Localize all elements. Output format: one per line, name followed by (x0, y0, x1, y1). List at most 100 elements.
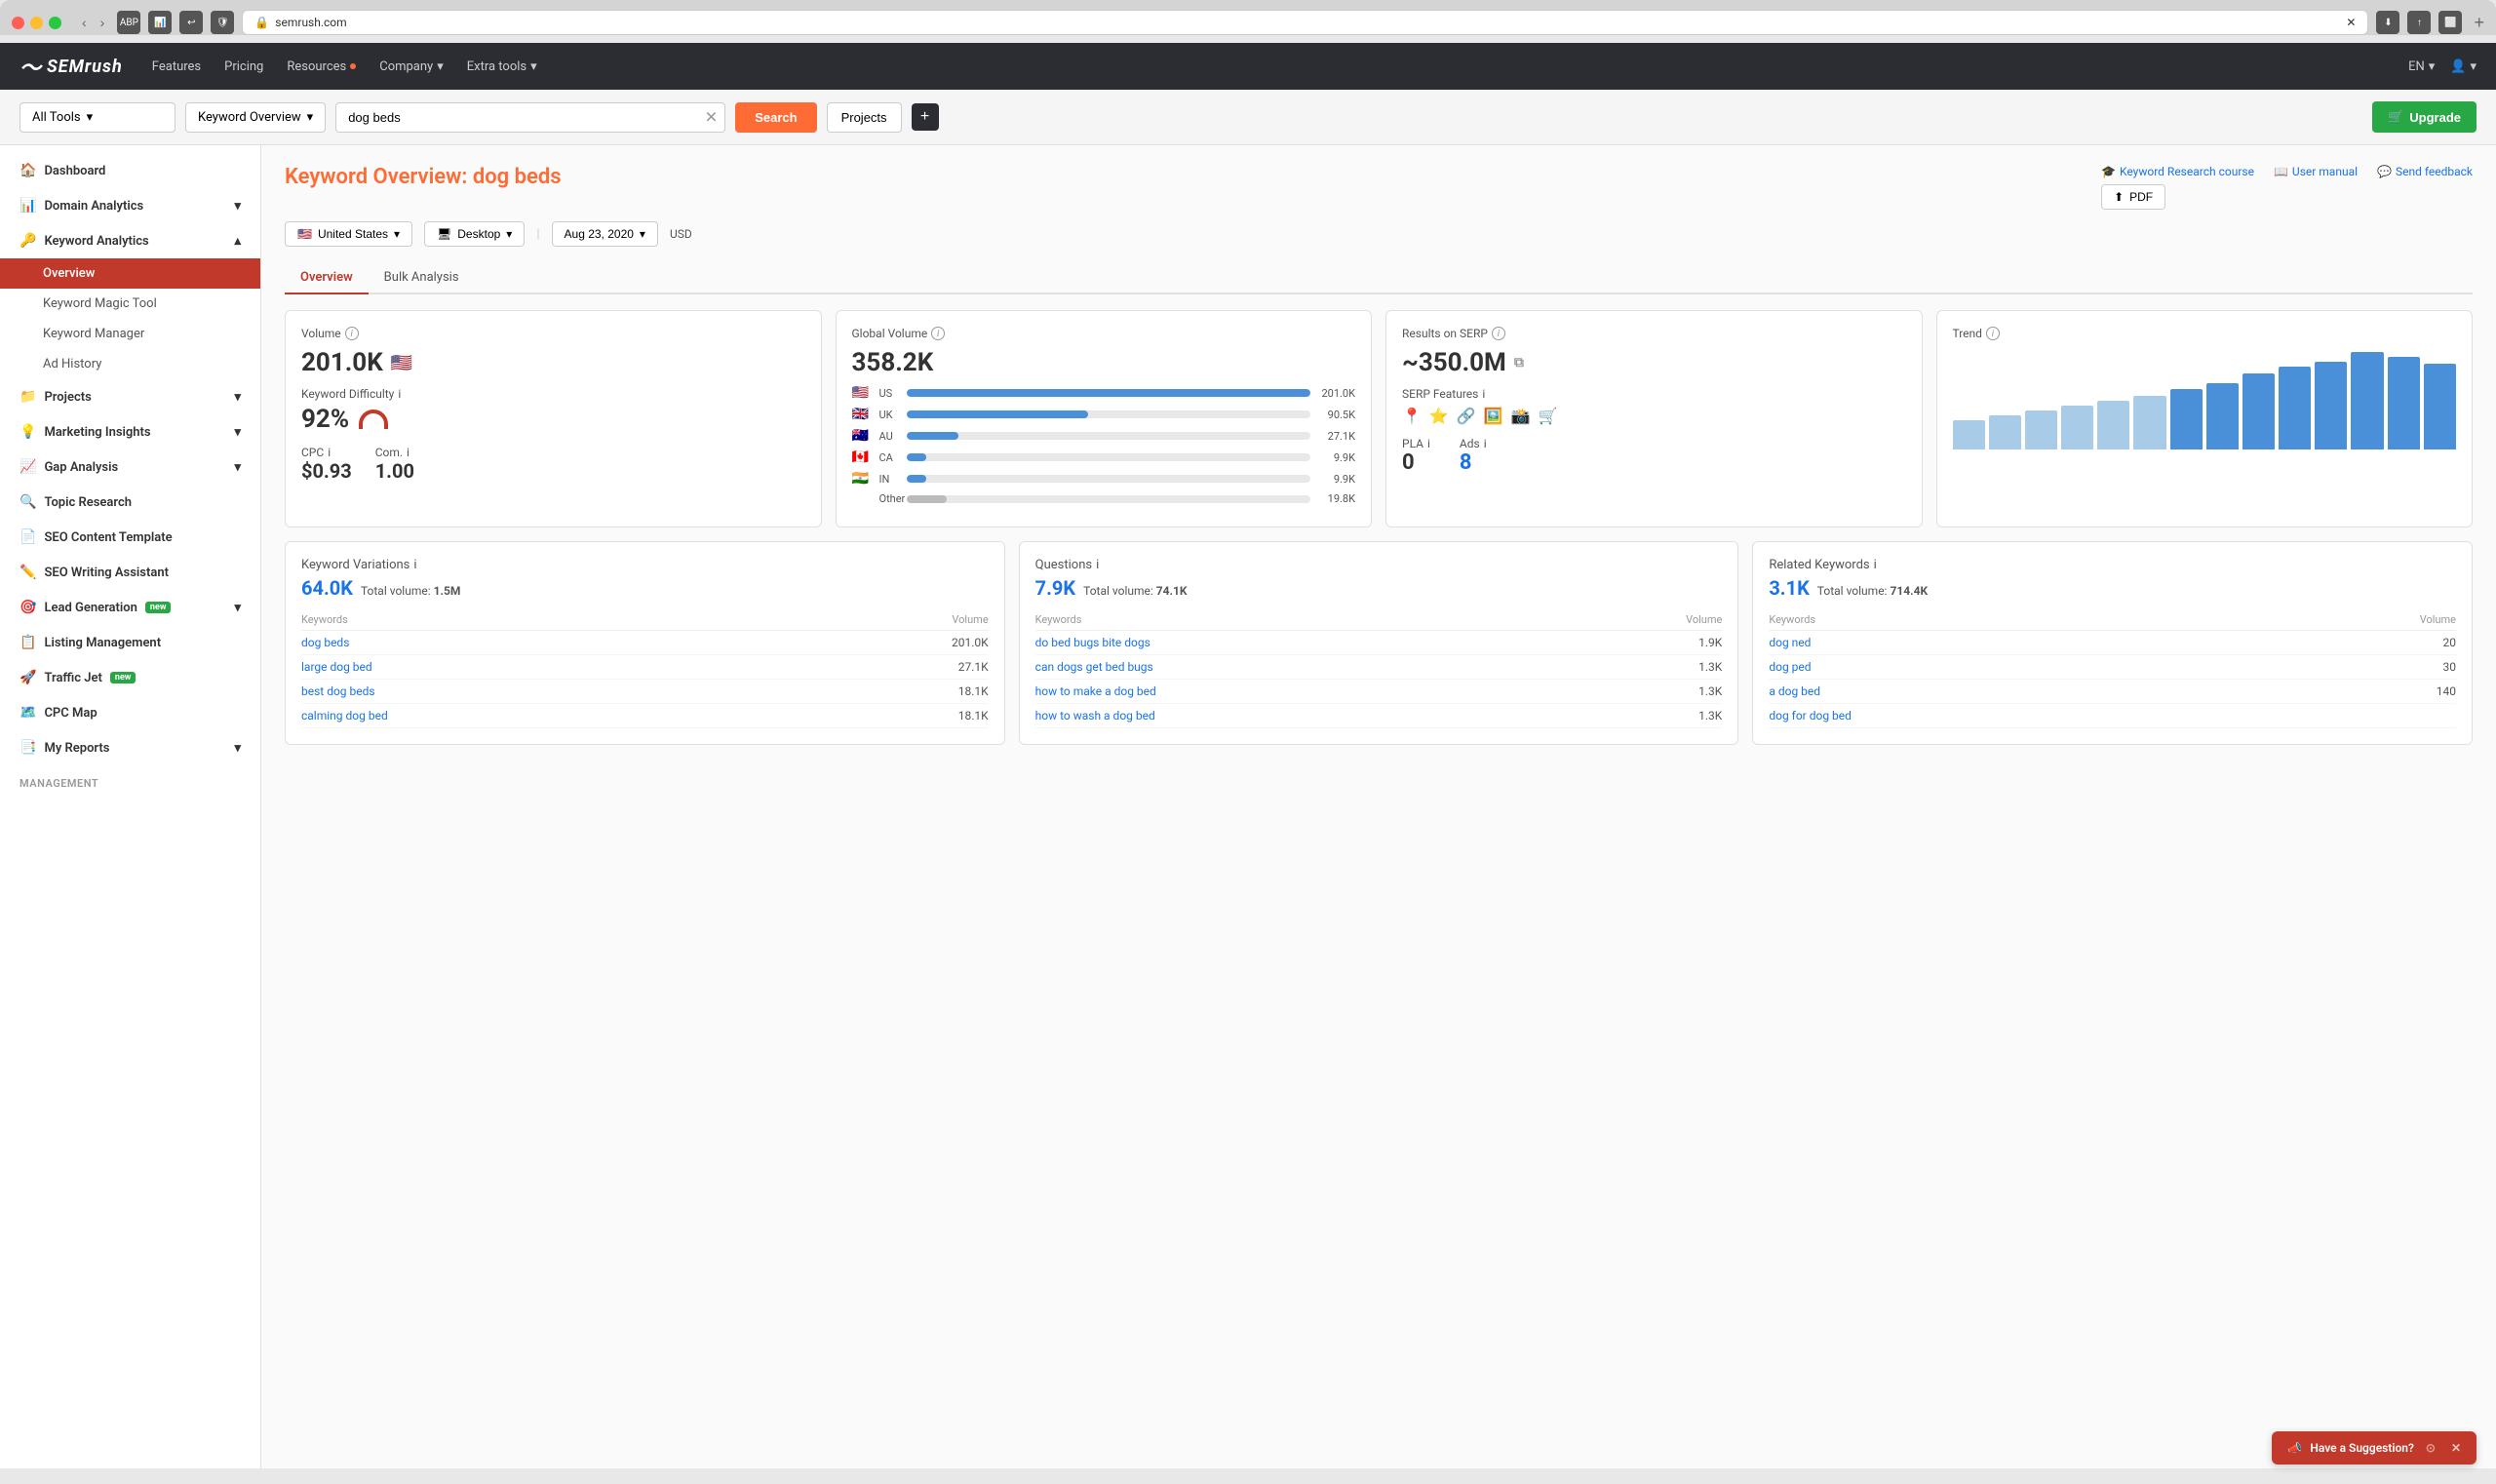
volume-info-icon[interactable]: i (345, 327, 359, 340)
bar-track (907, 410, 1311, 418)
keyword-link[interactable]: calming dog bed (301, 709, 388, 722)
keyword-analytics-icon: 🔑 (20, 233, 36, 249)
keyword-link[interactable]: a dog bed (1769, 684, 1820, 698)
user-manual-link[interactable]: 📖 User manual (2274, 165, 2358, 178)
upgrade-button[interactable]: 🛒 Upgrade (2372, 101, 2476, 133)
minimize-button[interactable] (30, 17, 43, 29)
ext-btn-3[interactable]: ↩ (179, 11, 203, 34)
keyword-course-link[interactable]: 🎓 Keyword Research course (2101, 165, 2254, 178)
global-volume-info-icon[interactable]: i (931, 327, 945, 340)
global-volume-value: 358.2K (852, 348, 1356, 377)
sidebar-subitem-overview[interactable]: Overview (0, 258, 260, 289)
search-input[interactable] (335, 102, 725, 133)
questions-header: Questions i (1035, 558, 1723, 572)
sidebar-item-my-reports[interactable]: 📑 My Reports ▾ (0, 730, 260, 765)
tab-manage-icon[interactable]: ⬜ (2438, 11, 2462, 34)
listing-icon: 📋 (20, 635, 36, 650)
date-filter[interactable]: Aug 23, 2020 ▾ (552, 221, 658, 247)
trend-info-icon[interactable]: i (1986, 327, 2000, 340)
back-button[interactable]: ‹ (77, 13, 92, 32)
sidebar-item-topic-research[interactable]: 🔍 Topic Research (0, 485, 260, 520)
sidebar-item-traffic-jet[interactable]: 🚀 Traffic Jet new (0, 660, 260, 695)
device-filter[interactable]: 🖥 Desktop ▾ (424, 221, 525, 247)
share-icon[interactable]: ↑ (2407, 11, 2431, 34)
keyword-link[interactable]: dog for dog bed (1769, 709, 1852, 722)
sidebar-item-keyword-analytics[interactable]: 🔑 Keyword Analytics ▴ (0, 223, 260, 258)
projects-button[interactable]: Projects (827, 102, 902, 133)
serp-features-info-icon[interactable]: i (1482, 387, 1485, 401)
country-rows: 🇺🇸 US 201.0K 🇬🇧 UK 90.5K 🇦🇺 (852, 385, 1356, 505)
nav-extra-tools[interactable]: Extra tools ▾ (467, 56, 537, 78)
sidebar-item-gap-analysis[interactable]: 📈 Gap Analysis ▾ (0, 449, 260, 485)
nav-pricing[interactable]: Pricing (224, 56, 263, 78)
sidebar-subitem-keyword-magic[interactable]: Keyword Magic Tool (0, 289, 260, 319)
star-icon: ⭐ (1429, 407, 1449, 425)
download-icon[interactable]: ⬇ (2376, 11, 2399, 34)
sidebar-item-cpc-map[interactable]: 🗺️ CPC Map (0, 695, 260, 730)
ext-btn-2[interactable]: 📊 (148, 11, 172, 34)
close-button[interactable] (12, 17, 24, 29)
send-feedback-link[interactable]: 💬 Send feedback (2377, 165, 2473, 178)
logo[interactable]: 〜 SEMrush (20, 51, 123, 82)
sidebar-subitem-keyword-manager[interactable]: Keyword Manager (0, 319, 260, 349)
keyword-link[interactable]: dog ned (1769, 636, 1811, 649)
nav-features[interactable]: Features (152, 56, 201, 78)
keyword-link[interactable]: dog ped (1769, 660, 1811, 674)
clear-search-icon[interactable]: ✕ (705, 108, 718, 127)
sidebar-item-domain-analytics[interactable]: 📊 Domain Analytics ▾ (0, 188, 260, 223)
trend-bar (2061, 406, 2093, 449)
sidebar-subitem-ad-history[interactable]: Ad History (0, 349, 260, 379)
copy-icon[interactable]: ⧉ (1514, 355, 1524, 371)
sidebar-item-listing-management[interactable]: 📋 Listing Management (0, 625, 260, 660)
filter-separator: | (536, 227, 539, 242)
keyword-link[interactable]: how to make a dog bed (1035, 684, 1156, 698)
keyword-link[interactable]: large dog bed (301, 660, 372, 674)
tab-bulk-analysis[interactable]: Bulk Analysis (369, 262, 475, 294)
close-suggestion-button[interactable]: ✕ (2451, 1441, 2461, 1455)
ext-btn-4[interactable]: 🛡 (211, 11, 234, 34)
country-filter[interactable]: 🇺🇸 United States ▾ (285, 221, 412, 247)
sidebar-item-marketing-insights[interactable]: 💡 Marketing Insights ▾ (0, 414, 260, 449)
difficulty-info-icon[interactable]: i (398, 387, 401, 401)
keyword-link[interactable]: best dog beds (301, 684, 375, 698)
keyword-overview-dropdown[interactable]: Keyword Overview ▾ (185, 102, 326, 133)
keyword-link[interactable]: can dogs get bed bugs (1035, 660, 1153, 674)
user-menu[interactable]: 👤 ▾ (2450, 59, 2476, 74)
main-layout: 🏠 Dashboard 📊 Domain Analytics ▾ 🔑 Keywo… (0, 145, 2496, 1468)
forward-button[interactable]: › (96, 13, 110, 32)
keyword-link[interactable]: dog beds (301, 636, 349, 649)
serp-info-icon[interactable]: i (1492, 327, 1505, 340)
tab-overview[interactable]: Overview (285, 262, 369, 294)
lang-selector[interactable]: EN ▾ (2408, 59, 2435, 74)
pdf-button[interactable]: ⬆ PDF (2101, 184, 2165, 210)
top-nav-right: EN ▾ 👤 ▾ (2408, 59, 2476, 74)
ext-btn-1[interactable]: ABP (117, 11, 140, 34)
sidebar-item-projects[interactable]: 📁 Projects ▾ (0, 379, 260, 414)
new-tab-button[interactable]: + (2474, 13, 2484, 33)
questions-info-icon[interactable]: i (1096, 558, 1099, 572)
nav-company[interactable]: Company ▾ (379, 56, 444, 78)
tool-selector[interactable]: All Tools ▾ (20, 102, 176, 133)
related-keywords-card: Related Keywords i 3.1K Total volume: 71… (1752, 541, 2473, 745)
keyword-link[interactable]: do bed bugs bite dogs (1035, 636, 1150, 649)
close-tab-icon[interactable]: ✕ (2346, 16, 2356, 29)
nav-resources[interactable]: Resources (287, 56, 356, 78)
suggestion-widget[interactable]: 📣 Have a Suggestion? ⊙ ✕ (2272, 1431, 2476, 1464)
ads-info-icon[interactable]: i (1484, 437, 1487, 450)
variations-info-icon[interactable]: i (413, 558, 416, 572)
pla-info-icon[interactable]: i (1427, 437, 1430, 450)
keyword-link[interactable]: how to wash a dog bed (1035, 709, 1155, 722)
add-project-button[interactable]: + (912, 103, 939, 131)
search-button[interactable]: Search (735, 102, 816, 133)
trend-bar (2170, 389, 2203, 449)
sidebar-item-dashboard[interactable]: 🏠 Dashboard (0, 153, 260, 188)
related-info-icon[interactable]: i (1874, 558, 1877, 572)
maximize-button[interactable] (49, 17, 61, 29)
sidebar-item-lead-generation[interactable]: 🎯 Lead Generation new ▾ (0, 590, 260, 625)
cpc-info-icon[interactable]: i (328, 446, 331, 459)
sidebar-item-seo-content-template[interactable]: 📄 SEO Content Template (0, 520, 260, 555)
address-bar[interactable]: 🔒 semrush.com ✕ (242, 10, 2368, 35)
sidebar-item-seo-writing-assistant[interactable]: ✏️ SEO Writing Assistant (0, 555, 260, 590)
com-info-icon[interactable]: i (407, 446, 410, 459)
difficulty-value: 92% (301, 405, 805, 434)
